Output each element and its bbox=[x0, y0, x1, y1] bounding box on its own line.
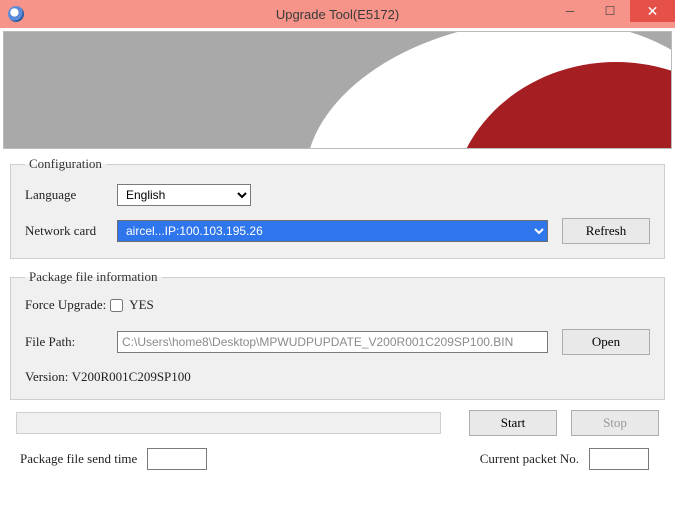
network-card-select[interactable]: aircel...IP:100.103.195.26 bbox=[117, 220, 548, 242]
send-time-value bbox=[147, 448, 207, 470]
package-info-group: Package file information Force Upgrade: … bbox=[10, 269, 665, 400]
progress-bar bbox=[16, 412, 441, 434]
force-upgrade-label: Force Upgrade: bbox=[25, 297, 106, 313]
force-upgrade-yes: YES bbox=[129, 297, 154, 313]
open-button[interactable]: Open bbox=[562, 329, 650, 355]
file-path-input[interactable] bbox=[117, 331, 548, 353]
version-label: Version: bbox=[25, 369, 68, 385]
package-info-legend: Package file information bbox=[25, 269, 162, 285]
send-time-label: Package file send time bbox=[20, 451, 137, 467]
window-buttons: ─ ☐ ✕ bbox=[550, 0, 675, 22]
start-button[interactable]: Start bbox=[469, 410, 557, 436]
progress-row: Start Stop bbox=[10, 410, 665, 436]
language-label: Language bbox=[25, 187, 117, 203]
footer-row: Package file send time Current packet No… bbox=[10, 436, 665, 470]
maximize-button[interactable]: ☐ bbox=[590, 0, 630, 22]
app-icon bbox=[8, 6, 24, 22]
version-value: V200R001C209SP100 bbox=[72, 369, 191, 385]
refresh-button[interactable]: Refresh bbox=[562, 218, 650, 244]
packet-no-value bbox=[589, 448, 649, 470]
configuration-legend: Configuration bbox=[25, 156, 106, 172]
close-button[interactable]: ✕ bbox=[630, 0, 675, 22]
force-upgrade-checkbox[interactable] bbox=[110, 299, 123, 312]
content-area: Configuration Language English Network c… bbox=[0, 152, 675, 480]
configuration-group: Configuration Language English Network c… bbox=[10, 156, 665, 259]
packet-no-label: Current packet No. bbox=[480, 451, 579, 467]
banner bbox=[3, 31, 672, 149]
file-path-label: File Path: bbox=[25, 334, 117, 350]
language-select[interactable]: English bbox=[117, 184, 251, 206]
title-bar: Upgrade Tool(E5172) ─ ☐ ✕ bbox=[0, 0, 675, 28]
stop-button[interactable]: Stop bbox=[571, 410, 659, 436]
network-card-label: Network card bbox=[25, 223, 117, 239]
minimize-button[interactable]: ─ bbox=[550, 0, 590, 22]
